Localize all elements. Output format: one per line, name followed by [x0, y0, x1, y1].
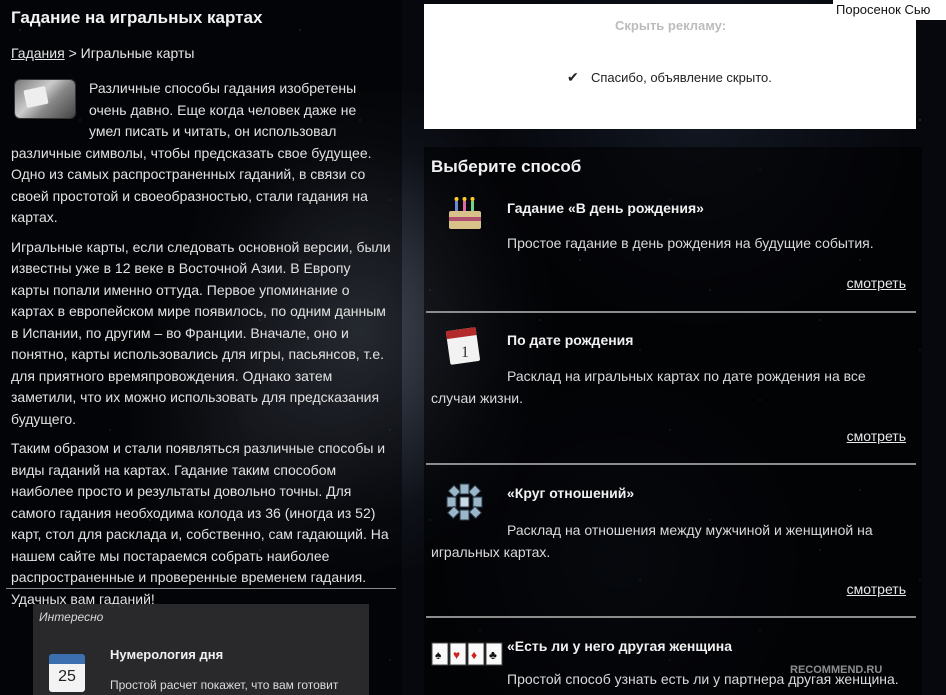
interesting-description: Простой расчет покажет, что вам готовит: [110, 678, 339, 692]
breadcrumb-current: Игральные карты: [80, 45, 195, 61]
interesting-title[interactable]: Нумерология дня: [110, 647, 223, 662]
svg-text:♥: ♥: [453, 648, 460, 662]
method-title[interactable]: Гадание «В день рождения»: [507, 200, 704, 216]
left-column: Гадание на игральных картах Гадания > Иг…: [0, 0, 402, 695]
divider: [6, 588, 396, 589]
method-title[interactable]: По дате рождения: [507, 332, 633, 348]
svg-text:♠: ♠: [435, 648, 442, 662]
method-title[interactable]: «Есть ли у него другая женщина: [507, 638, 732, 654]
page-title: Гадание на игральных картах: [11, 8, 263, 27]
divider: [426, 616, 916, 618]
svg-text:♦: ♦: [471, 648, 477, 662]
method-title[interactable]: «Круг отношений»: [507, 485, 634, 501]
interesting-label: Интересно: [39, 610, 104, 624]
choose-method-panel: Выберите способ Гадание «В день рождения…: [424, 147, 922, 695]
choose-heading: Выберите способ: [431, 157, 582, 176]
calendar-day: 1: [461, 344, 469, 361]
calendar-icon: 1: [445, 327, 480, 365]
ad-block: Скрыть рекламу: ✔ Спасибо, объявление ск…: [424, 4, 916, 129]
method-description: Расклад на отношения между мужчиной и же…: [431, 522, 873, 560]
breadcrumb: Гадания > Игральные карты: [11, 45, 195, 61]
cards-thumbnail-image: [15, 80, 75, 118]
ad-hidden-message: Спасибо, объявление скрыто.: [591, 70, 772, 85]
birthday-cake-icon: [449, 197, 481, 229]
method-description: Простое гадание в день рождения на будущ…: [507, 235, 874, 251]
breadcrumb-separator: >: [68, 45, 77, 61]
view-link[interactable]: смотреть: [847, 581, 906, 597]
interesting-block[interactable]: Интересно 25 Нумерология дня Простой рас…: [33, 604, 369, 695]
hide-ad-label: Скрыть рекламу:: [615, 18, 727, 33]
svg-text:♣: ♣: [489, 648, 497, 662]
ad-top-text[interactable]: Поросенок Сью: [833, 0, 946, 20]
divider: [426, 311, 916, 313]
card-circle-icon: [446, 483, 483, 521]
article: Различные способы гадания изобретены оче…: [11, 78, 391, 618]
watermark-logo: RECOMMEND.RU: [790, 664, 883, 676]
article-paragraph-2: Игральные карты, если следовать основной…: [11, 238, 391, 427]
calendar-icon: 25: [49, 654, 85, 692]
article-paragraph-3: Таким образом и стали появляться различн…: [11, 440, 389, 607]
breadcrumb-link-divinations[interactable]: Гадания: [11, 45, 65, 61]
divider: [426, 463, 916, 465]
method-description: Расклад на игральных картах по дате рожд…: [431, 368, 866, 406]
view-link[interactable]: смотреть: [847, 275, 906, 291]
view-link[interactable]: смотреть: [847, 428, 906, 444]
